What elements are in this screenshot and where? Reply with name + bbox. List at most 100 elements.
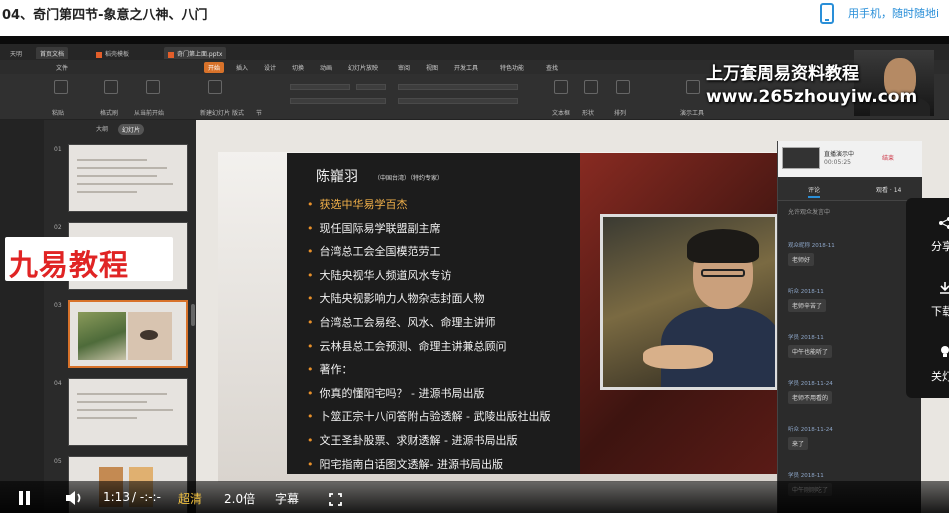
bullet-icon: •: [307, 316, 314, 329]
tab-viewers: 观看 · 14: [876, 187, 902, 194]
play-from-current-icon: [146, 80, 160, 94]
floating-menu: 分享 下载 关灯: [906, 198, 949, 398]
font-select: [290, 84, 350, 90]
share-icon: [938, 216, 949, 230]
bio-line: • 卜筮正宗十八问答附占验透解 - 武陵出版社出版: [307, 408, 550, 424]
ribbon-label: 排列: [614, 110, 627, 117]
live-comment-panel: 直播演示中 00:05:25 结束 评论 观看 · 14 允许观众发言中 观众昵…: [777, 141, 922, 513]
bio-line: • 台湾总工会全国模范劳工: [307, 243, 441, 259]
doc-icon: [96, 51, 102, 58]
speaker-name: 陈巃羽: [316, 169, 358, 185]
menu-item: 动画: [320, 65, 333, 72]
slide-thumbnail: [68, 144, 188, 212]
comment-user: 观众昵称 2018-11: [788, 243, 835, 249]
volume-button[interactable]: [64, 490, 84, 506]
arrange-icon: [616, 80, 630, 94]
bullet-icon: •: [307, 198, 314, 211]
left-strip: [0, 120, 44, 513]
bio-line-text: 阳宅指南白话图文透解- 进源书局出版: [319, 457, 503, 471]
thumb-number: 01: [54, 146, 62, 153]
comment-user: 听众 2018-11-24: [788, 427, 833, 433]
bio-line: • 阳宅指南白话图文透解- 进源书局出版: [307, 456, 503, 472]
live-end-button: 结束: [882, 155, 895, 162]
bullet-icon: •: [307, 410, 314, 424]
light-off-button[interactable]: 关灯: [906, 328, 949, 388]
bio-line-text: 现任国际易学联盟副主席: [319, 221, 441, 235]
thumb-number: 03: [54, 302, 62, 309]
download-icon: [938, 281, 949, 295]
bio-line: • 文王圣卦股票、求财透解 - 进源书局出版: [307, 432, 517, 448]
paragraph-row: [398, 84, 518, 90]
slide-thumbnail-selected: [68, 300, 188, 368]
wps-tab: 首页文档: [36, 47, 69, 59]
speed-button[interactable]: 2.0倍: [224, 490, 255, 507]
menu-item: 查找: [546, 65, 559, 72]
ribbon-label: 从当前开始: [134, 110, 165, 117]
pause-button[interactable]: [18, 491, 32, 505]
subtitle-button[interactable]: 字幕: [275, 490, 299, 507]
comment-user: 听众 2018-11: [788, 289, 824, 295]
ribbon-label: 节: [256, 110, 263, 117]
presentation-tools-icon: [686, 80, 700, 94]
menu-item: 开始: [204, 62, 225, 73]
slide-thumbnail: [68, 378, 188, 446]
bio-line-text: 大陆央视华人频道风水专访: [319, 268, 452, 282]
bio-line: • 云林县总工会预测、命理主讲兼总顾问: [307, 338, 507, 354]
download-label: 下载: [931, 305, 949, 318]
share-button[interactable]: 分享: [906, 198, 949, 258]
comment-bubble: 中午也能听了: [788, 345, 833, 358]
bio-line-text: 你真的懂阳宅吗？ - 进源书局出版: [319, 386, 485, 400]
ribbon-label: 格式刷: [100, 110, 119, 117]
new-slide-icon: [208, 80, 222, 94]
bullet-icon: •: [307, 221, 314, 235]
share-label: 分享: [931, 240, 949, 253]
download-button[interactable]: 下载: [906, 263, 949, 323]
bio-line-text: 卜筮正宗十八问答附占验透解 - 武陵出版社出版: [319, 410, 551, 424]
video-frame: 天明 首页文档 稻壳模板 奇门第上面.pptx 文件 开始 插入 设计 切换 动…: [0, 44, 949, 513]
fullscreen-button[interactable]: [329, 491, 342, 506]
sidebar-tab-slides: 幻灯片: [118, 124, 145, 135]
speaker-photo: [600, 214, 778, 390]
landscape-image: [78, 312, 126, 360]
font-size-select: [356, 84, 386, 90]
bullet-icon: •: [307, 339, 314, 353]
bullet-icon: •: [307, 268, 314, 282]
video-player[interactable]: 天明 首页文档 稻壳模板 奇门第上面.pptx 文件 开始 插入 设计 切换 动…: [0, 36, 949, 513]
menu-item: 开发工具: [454, 65, 479, 72]
bio-line: • 你真的懂阳宅吗？ - 进源书局出版: [307, 385, 484, 401]
thumb-number: 02: [54, 224, 62, 231]
paragraph-row: [398, 98, 518, 104]
fullscreen-icon: [329, 493, 342, 506]
textbox-icon: [554, 80, 568, 94]
wps-tab: 奇门第上面.pptx: [164, 47, 227, 59]
ribbon-label: 形状: [582, 110, 595, 117]
mobile-link[interactable]: 用手机，随时随地i: [820, 2, 939, 24]
bullet-icon: •: [307, 457, 314, 471]
bio-line-text: 著作：: [319, 363, 353, 377]
live-header: 直播演示中 00:05:25 结束: [778, 141, 922, 177]
menu-item: 幻灯片放映: [348, 65, 379, 72]
comment-bubble: 老师好: [788, 253, 815, 266]
live-time: 00:05:25: [824, 159, 851, 166]
bio-line-text: 获选中华易学百杰: [319, 198, 408, 211]
duration: / -:-:-: [132, 490, 161, 504]
menu-item: 设计: [264, 65, 277, 72]
format-painter-icon: [104, 80, 118, 94]
comment-user: 学员 2018-11-24: [788, 381, 833, 387]
watermark-url: www.265zhouyiw.com: [706, 87, 918, 107]
quality-button[interactable]: 超清: [178, 490, 202, 507]
bullet-icon: •: [307, 386, 314, 400]
bio-line: • 台湾总工会易经、风水、命理主讲师: [307, 314, 496, 330]
ribbon-label: 版式: [232, 110, 245, 117]
phone-icon: [820, 2, 834, 24]
bio-line-text: 台湾总工会全国模范劳工: [319, 245, 441, 259]
speaker-subtitle: （中国台湾）（特约专家）: [374, 175, 444, 182]
volume-icon: [66, 491, 81, 505]
bullet-icon: •: [307, 292, 314, 306]
bio-line: • 大陆央视华人频道风水专访: [307, 267, 452, 283]
menu-item: 特色功能: [500, 65, 525, 72]
current-time: 1:13: [103, 490, 130, 504]
sidebar-tab-outline: 大纲: [96, 126, 109, 133]
tab-comments: 评论: [808, 185, 821, 198]
watermark-line1: 上万套周易资料教程: [706, 64, 859, 84]
